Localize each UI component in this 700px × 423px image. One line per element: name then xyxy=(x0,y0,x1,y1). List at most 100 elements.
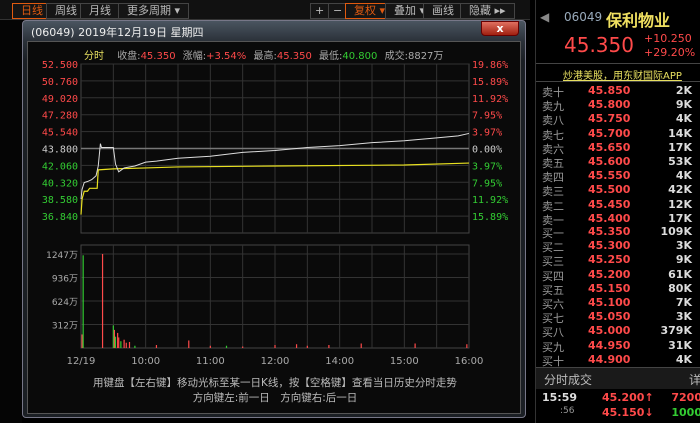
price-change: +10.250 xyxy=(644,32,692,45)
level-price: 45.400 xyxy=(588,211,631,225)
bid-row[interactable]: 买一 45.350 109K xyxy=(542,225,693,240)
level-price: 45.250 xyxy=(588,253,631,267)
level-price: 44.900 xyxy=(588,352,631,366)
level-volume: 4K xyxy=(675,112,692,126)
tab-monthly[interactable]: 月线 xyxy=(80,3,120,19)
ask-row[interactable]: 卖八 45.750 4K xyxy=(542,112,692,127)
bid-row[interactable]: 买七 45.050 3K xyxy=(542,310,692,325)
zoom-in-button[interactable]: + xyxy=(310,3,330,19)
time-tick-label: 16:00 xyxy=(455,356,484,367)
tick-volume: 1000 xyxy=(671,406,700,419)
keyboard-hint: 用键盘【左右键】移动光标至某一日K线，按【空格键】查看当日历史分时走势 xyxy=(93,377,457,389)
level-price: 45.550 xyxy=(588,169,631,183)
period-toolbar: 日线 周线 月线 更多周期 ▾ + − 复权 ▾ 叠加 ▾ 画线 隐藏 ▸▸ xyxy=(0,0,530,20)
volume-tick-label: 624万 xyxy=(52,298,78,308)
quote-panel: ◀ 06049 保利物业 45.350 +10.250 +29.20% 炒港美股… xyxy=(535,0,700,423)
ask-row[interactable]: 卖一 45.400 17K xyxy=(542,211,692,227)
level-volume: 31K xyxy=(668,338,692,352)
last-price: 45.350 xyxy=(564,33,634,57)
price-tick-label: 43.800 xyxy=(42,145,78,156)
bid-row[interactable]: 买五 45.150 80K xyxy=(542,282,692,297)
level-volume: 12K xyxy=(668,197,692,211)
price-tick-label: 40.320 xyxy=(42,178,78,189)
tick-time: 15:59 xyxy=(542,391,578,404)
percent-tick-label: 11.92% xyxy=(472,94,508,105)
level-price: 45.350 xyxy=(588,225,631,238)
level-price: 45.300 xyxy=(588,239,631,253)
level-volume: 14K xyxy=(668,126,692,140)
ask-row[interactable]: 卖三 45.500 42K xyxy=(542,183,692,198)
ask-row[interactable]: 卖九 45.800 9K xyxy=(542,98,692,113)
level-volume: 9K xyxy=(675,98,692,112)
time-tick-label: 14:00 xyxy=(325,356,354,367)
volume-tick-label: 1247万 xyxy=(46,251,78,261)
volume-tick-label: 936万 xyxy=(52,274,78,284)
ask-row[interactable]: 卖五 45.600 53K xyxy=(542,155,692,170)
ask-row[interactable]: 卖二 45.450 12K xyxy=(542,197,692,213)
tick-time: :56 xyxy=(560,406,575,416)
percent-tick-label: 0.00% xyxy=(472,145,502,156)
level-price: 45.850 xyxy=(588,84,631,97)
ask-row[interactable]: 卖七 45.700 14K xyxy=(542,126,692,142)
arrow-hint: 方向键左:前一日 方向键右:后一日 xyxy=(192,392,358,404)
percent-tick-label: 19.86% xyxy=(472,60,508,71)
level-volume: 17K xyxy=(668,211,692,225)
level-volume: 42K xyxy=(668,183,692,197)
percent-tick-label: 3.97% xyxy=(472,128,502,139)
level-volume: 4K xyxy=(675,169,692,183)
level-volume: 379K xyxy=(660,324,693,338)
level-price: 45.650 xyxy=(588,140,631,154)
bid-row[interactable]: 买九 44.950 31K xyxy=(542,338,692,354)
bid-row[interactable]: 买十 44.900 4K xyxy=(542,352,692,368)
price-tick-label: 49.020 xyxy=(42,94,78,105)
level-volume: 3K xyxy=(675,239,692,253)
bid-row[interactable]: 买四 45.200 61K xyxy=(542,267,692,283)
left-strip xyxy=(0,20,22,423)
level-volume: 2K xyxy=(675,84,692,97)
bid-row[interactable]: 买六 45.100 7K xyxy=(542,296,692,311)
level-volume: 7K xyxy=(675,296,692,309)
tick-volume: 7200 xyxy=(671,391,700,404)
detail-button[interactable]: 详 xyxy=(689,371,700,388)
level-price: 45.000 xyxy=(588,324,631,338)
level-volume: 3K xyxy=(675,310,692,324)
prev-arrow-icon[interactable]: ◀ xyxy=(540,10,549,24)
bid-row[interactable]: 买八 45.000 379K xyxy=(542,324,693,339)
percent-tick-label: 3.97% xyxy=(472,161,502,172)
ask-row[interactable]: 卖四 45.550 4K xyxy=(542,169,692,184)
level-volume: 109K xyxy=(660,225,693,238)
time-tick-label: 15:00 xyxy=(390,356,419,367)
bid-row[interactable]: 买三 45.250 9K xyxy=(542,253,692,268)
level-volume: 4K xyxy=(675,352,692,366)
bid-row[interactable]: 买二 45.300 3K xyxy=(542,239,692,254)
hide-button[interactable]: 隐藏 ▸▸ xyxy=(460,3,515,19)
time-tick-label: 11:00 xyxy=(196,356,225,367)
percent-tick-label: 15.89% xyxy=(472,212,508,223)
level-price: 44.950 xyxy=(588,338,631,352)
stock-code: 06049 xyxy=(564,10,603,24)
stock-name: 保利物业 xyxy=(606,11,671,30)
level-volume: 61K xyxy=(668,267,692,281)
level-price: 45.600 xyxy=(588,155,631,168)
price-tick-label: 52.500 xyxy=(42,60,78,71)
time-tick-label: 12/19 xyxy=(67,356,96,367)
draw-button[interactable]: 画线 xyxy=(423,3,463,19)
ad-link[interactable]: 炒港美股，用东财国际APP xyxy=(563,67,682,82)
level-volume: 17K xyxy=(668,140,692,154)
price-tick-label: 36.840 xyxy=(42,212,78,223)
ask-row[interactable]: 卖十 45.850 2K xyxy=(542,84,692,99)
time-tick-label: 12:00 xyxy=(261,356,290,367)
level-volume: 9K xyxy=(675,253,692,267)
level-price: 45.750 xyxy=(588,112,631,126)
level-volume: 53K xyxy=(668,155,692,168)
percent-change: +29.20% xyxy=(644,46,696,59)
level-price: 45.700 xyxy=(588,126,631,140)
intraday-chart[interactable]: 52.500 19.86% 50.760 15.89% 49.020 11.92% 47.2… xyxy=(28,42,522,372)
close-button[interactable]: x xyxy=(481,21,519,36)
price-tick-label: 50.760 xyxy=(42,77,78,88)
ask-row[interactable]: 卖六 45.650 17K xyxy=(542,140,692,156)
price-tick-label: 42.060 xyxy=(42,161,78,172)
time-tick-label: 10:00 xyxy=(131,356,160,367)
more-periods-dropdown[interactable]: 更多周期 ▾ xyxy=(118,3,190,19)
level-price: 45.050 xyxy=(588,310,631,324)
